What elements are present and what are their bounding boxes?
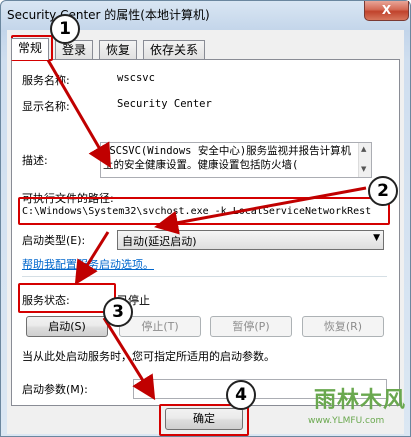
- watermark-logo-text: 雨林木风: [314, 388, 407, 413]
- step-badge-1: 1: [50, 14, 80, 44]
- step-badge-2: 2: [368, 176, 398, 206]
- arrow-2: [154, 186, 367, 235]
- arrow-3: [102, 317, 156, 401]
- annotation-arrows: [46, 59, 367, 401]
- arrow-1: [46, 59, 112, 169]
- arrow-2b: [74, 231, 110, 286]
- watermark: 雨林木风 www.YLMFU.com: [300, 380, 410, 436]
- tab-general[interactable]: 常规: [11, 38, 50, 60]
- step-badge-4: 4: [226, 380, 256, 410]
- step-badge-3: 3: [103, 297, 133, 327]
- watermark-url: www.YLMFU.com: [308, 416, 385, 426]
